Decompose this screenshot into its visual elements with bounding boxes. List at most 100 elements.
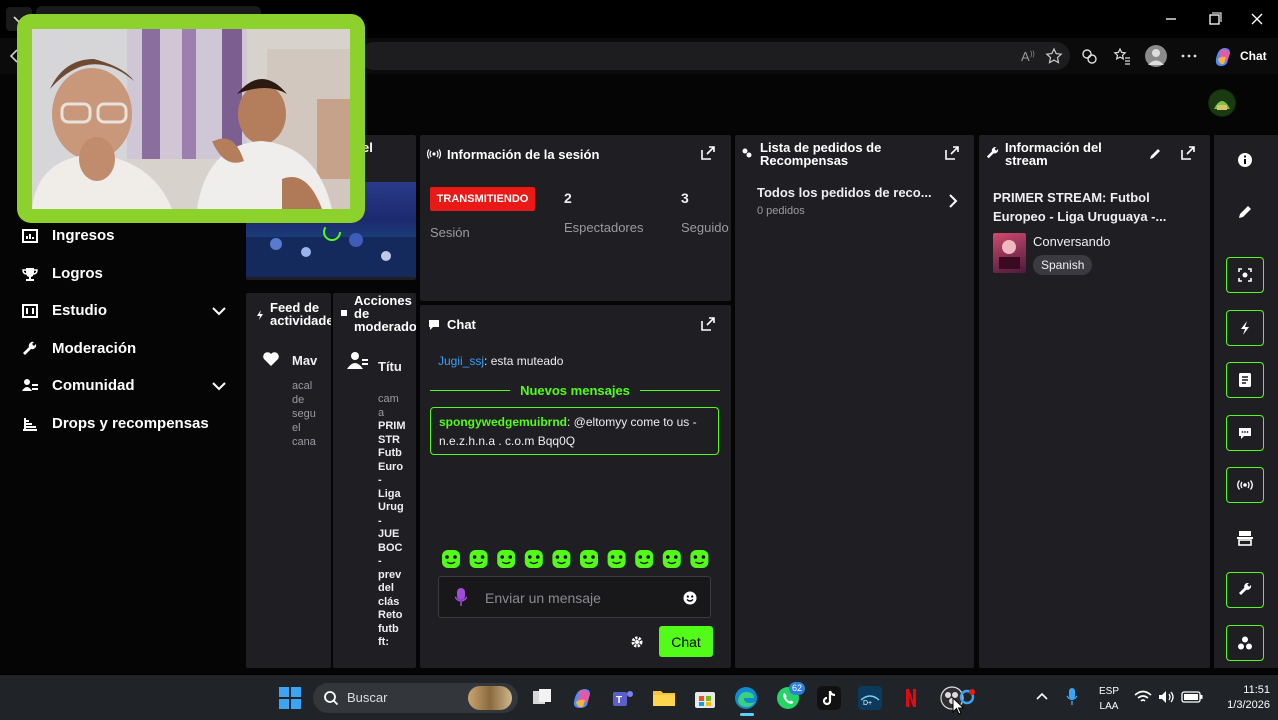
rewards-list-row[interactable]: Todos los pedidos de reco... 0 pedidos <box>757 185 967 221</box>
highlighted-chat-message[interactable]: spongywedgemuibrnd: @eltomyy come to us … <box>430 407 719 455</box>
close-window-button[interactable] <box>1246 8 1268 30</box>
popout-icon[interactable] <box>700 145 716 161</box>
volume-icon[interactable] <box>1158 690 1176 704</box>
profile-avatar[interactable] <box>1145 45 1167 67</box>
edit-layout-pencil-icon[interactable] <box>1237 204 1253 220</box>
sidebar-item-moderacion[interactable]: Moderación <box>22 340 136 357</box>
chat-username[interactable]: spongywedgemuibrnd <box>439 415 567 429</box>
sidebar-item-estudio[interactable]: Estudio <box>22 302 227 319</box>
task-view-icon[interactable] <box>530 686 554 710</box>
sidebar-item-drops[interactable]: Drops y recompensas <box>22 415 209 432</box>
taskbar-search-box[interactable]: Buscar <box>313 683 518 713</box>
toolbar-button-community[interactable] <box>1226 625 1264 661</box>
microphone-icon[interactable] <box>455 588 467 606</box>
chat-message[interactable]: Jugii_ssj: esta muteado <box>438 354 563 368</box>
language-tag: Spanish <box>1033 255 1093 275</box>
mod-text-line: - <box>378 514 382 527</box>
mod-text-line: - <box>378 474 382 486</box>
toolbar-button-notes[interactable] <box>1226 362 1264 398</box>
address-bar[interactable] <box>360 42 1070 70</box>
search-highlight-image <box>468 686 512 710</box>
info-icon[interactable] <box>1237 152 1253 168</box>
sidebar-item-ingresos[interactable]: Ingresos <box>22 227 115 244</box>
mod-text-line: Reto <box>378 609 403 621</box>
mod-text-line: Futb <box>378 447 402 459</box>
emote-icon[interactable] <box>552 550 571 568</box>
toolbar-button-chat[interactable] <box>1226 415 1264 451</box>
chart-bar-icon <box>22 228 38 243</box>
wifi-icon[interactable] <box>1134 690 1152 704</box>
mod-text-line: a <box>378 406 385 419</box>
emote-icon[interactable] <box>497 550 516 568</box>
netflix-icon[interactable] <box>899 686 923 710</box>
microsoft-store-icon[interactable] <box>693 686 717 710</box>
trophy-icon <box>22 267 38 281</box>
favorite-star-icon[interactable] <box>1045 47 1063 65</box>
toolbar-button-broadcast[interactable] <box>1226 467 1264 503</box>
search-label: Buscar <box>347 690 388 705</box>
clock-date-text: 1/3/2026 <box>1227 699 1270 711</box>
toolbar-button-moderation[interactable] <box>1226 572 1264 608</box>
cast-icon[interactable] <box>958 688 976 706</box>
tiktok-icon[interactable] <box>817 686 841 710</box>
popout-icon[interactable] <box>700 316 716 332</box>
toolbar-button-quick-actions[interactable] <box>1226 310 1264 346</box>
clock-date[interactable]: 11:51 1/3/2026 <box>1210 683 1270 715</box>
popout-icon[interactable] <box>944 145 960 161</box>
copilot-label: Chat <box>1240 49 1267 63</box>
mod-text-line: Euro <box>378 460 404 473</box>
keyboard-language-indicator[interactable]: ESP LAA <box>1094 684 1124 716</box>
teams-icon[interactable]: T <box>611 686 635 710</box>
feed-item-text: acal de segu el cana <box>292 379 316 449</box>
list-icon <box>341 310 347 316</box>
favorites-collection-icon[interactable] <box>1113 47 1131 65</box>
emote-icon[interactable] <box>524 550 543 568</box>
file-explorer-icon[interactable] <box>652 686 676 710</box>
emote-icon[interactable] <box>580 550 598 568</box>
emote-icon[interactable] <box>690 550 709 568</box>
more-menu-icon[interactable] <box>1180 47 1198 65</box>
disney-plus-icon[interactable]: D+ <box>858 686 882 710</box>
copilot-app-icon[interactable] <box>570 686 594 710</box>
mod-text-line: STR <box>378 433 400 446</box>
read-aloud-icon[interactable]: A)) <box>1020 47 1038 65</box>
broadcast-icon <box>1237 480 1253 490</box>
battery-icon[interactable] <box>1181 691 1203 703</box>
community-icon <box>22 378 38 391</box>
emote-icon[interactable] <box>442 550 460 568</box>
chat-input-box[interactable]: Enviar un mensaje <box>438 576 711 618</box>
chat-username[interactable]: Jugii_ssj <box>438 354 484 368</box>
microphone-tray-icon[interactable] <box>1066 688 1078 706</box>
popout-icon[interactable] <box>1180 145 1196 161</box>
emoji-picker-icon[interactable] <box>683 591 697 605</box>
emote-icon[interactable] <box>662 550 681 568</box>
mod-text-line: clás <box>378 595 400 608</box>
start-windows-icon[interactable] <box>278 686 302 710</box>
emote-icon[interactable] <box>469 550 488 568</box>
sidebar-item-comunidad[interactable]: Comunidad <box>22 377 227 394</box>
extensions-icon[interactable] <box>1080 47 1098 65</box>
edge-browser-icon[interactable] <box>734 686 758 710</box>
minimize-button[interactable] <box>1160 8 1182 30</box>
chat-panel: Chat Jugii_ssj: esta muteado Nuevos mens… <box>420 305 731 668</box>
chat-settings-gear-icon[interactable] <box>630 635 644 649</box>
category-thumbnail[interactable] <box>993 233 1026 273</box>
maximize-button[interactable] <box>1203 8 1225 30</box>
session-caption: Sesión <box>430 225 470 240</box>
stacked-layout-icon[interactable] <box>1237 530 1253 546</box>
emote-icon[interactable] <box>607 550 626 568</box>
stream-category[interactable]: Conversando <box>1033 234 1110 249</box>
show-hidden-icons-chevron[interactable] <box>1035 690 1049 704</box>
copilot-chat-button[interactable]: Chat <box>1212 45 1272 67</box>
send-chat-button[interactable]: Chat <box>659 626 713 657</box>
toolbar-button-screenshot[interactable] <box>1226 257 1264 293</box>
emote-icon[interactable] <box>635 550 654 568</box>
edit-pencil-icon[interactable] <box>1148 147 1162 161</box>
chat-input-placeholder: Enviar un mensaje <box>485 590 601 606</box>
feed-text-line: acal <box>292 380 313 392</box>
sidebar-item-logros[interactable]: Logros <box>22 265 103 282</box>
feed-text-line: segu <box>292 408 316 420</box>
heart-icon <box>263 352 279 366</box>
channel-avatar[interactable] <box>1208 89 1236 117</box>
panel-title: Información del stream <box>1005 140 1102 168</box>
